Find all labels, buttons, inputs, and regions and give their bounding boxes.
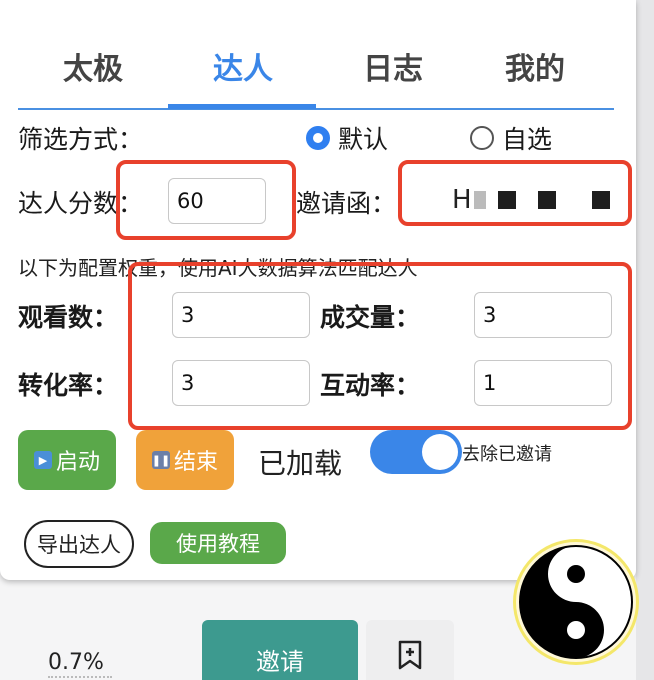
background-invite-button[interactable]: 邀请 bbox=[202, 620, 358, 680]
conversion-label: 转化率： bbox=[18, 371, 119, 400]
start-button[interactable]: ▶ 启动 bbox=[18, 430, 116, 490]
stop-button-label: 结束 bbox=[173, 450, 218, 475]
radio-custom-label: 自选 bbox=[502, 125, 553, 154]
toggle-knob bbox=[422, 434, 458, 470]
highlight-box-score bbox=[116, 160, 296, 240]
radio-custom[interactable]: 自选 bbox=[470, 120, 552, 156]
export-button[interactable]: 导出达人 bbox=[24, 520, 134, 568]
bookmark-add-icon bbox=[398, 640, 422, 670]
remove-invited-toggle[interactable] bbox=[370, 430, 462, 474]
tab-bar: 太极 达人 日志 我的 bbox=[18, 28, 614, 110]
views-label: 观看数： bbox=[18, 303, 119, 332]
loaded-status: 已加载 bbox=[258, 447, 343, 480]
stop-button[interactable]: ❚❚ 结束 bbox=[136, 430, 234, 490]
tab-taiji[interactable]: 太极 bbox=[18, 44, 168, 88]
yin-yang-icon bbox=[519, 545, 633, 659]
remove-invited-label: 去除已邀请 bbox=[462, 444, 552, 465]
play-icon: ▶ bbox=[33, 451, 52, 469]
bookmark-button[interactable] bbox=[366, 620, 454, 680]
tab-log[interactable]: 日志 bbox=[318, 44, 468, 88]
radio-default-label: 默认 bbox=[338, 125, 389, 154]
radio-default[interactable]: 默认 bbox=[306, 120, 388, 156]
window-edge bbox=[636, 0, 654, 680]
background-percent: 0.7% bbox=[48, 650, 104, 675]
background-percent-underline bbox=[48, 676, 112, 678]
tutorial-button[interactable]: 使用教程 bbox=[150, 522, 286, 564]
highlight-box-weights bbox=[128, 262, 632, 430]
radio-unchecked-icon bbox=[470, 126, 494, 150]
tab-mine[interactable]: 我的 bbox=[460, 44, 610, 88]
yin-yang-float-button[interactable] bbox=[516, 542, 636, 662]
filter-label: 筛选方式： bbox=[18, 125, 144, 154]
pause-icon: ❚❚ bbox=[152, 451, 170, 469]
highlight-box-invite bbox=[398, 160, 632, 226]
active-tab-indicator bbox=[168, 104, 316, 109]
plugin-panel: 太极 达人 日志 我的 筛选方式： 默认 自选 达人分数： 60 邀请函： H … bbox=[0, 0, 636, 580]
radio-checked-icon bbox=[306, 126, 330, 150]
invite-label: 邀请函： bbox=[296, 189, 397, 218]
tab-daren[interactable]: 达人 bbox=[168, 44, 318, 88]
start-button-label: 启动 bbox=[55, 450, 100, 475]
